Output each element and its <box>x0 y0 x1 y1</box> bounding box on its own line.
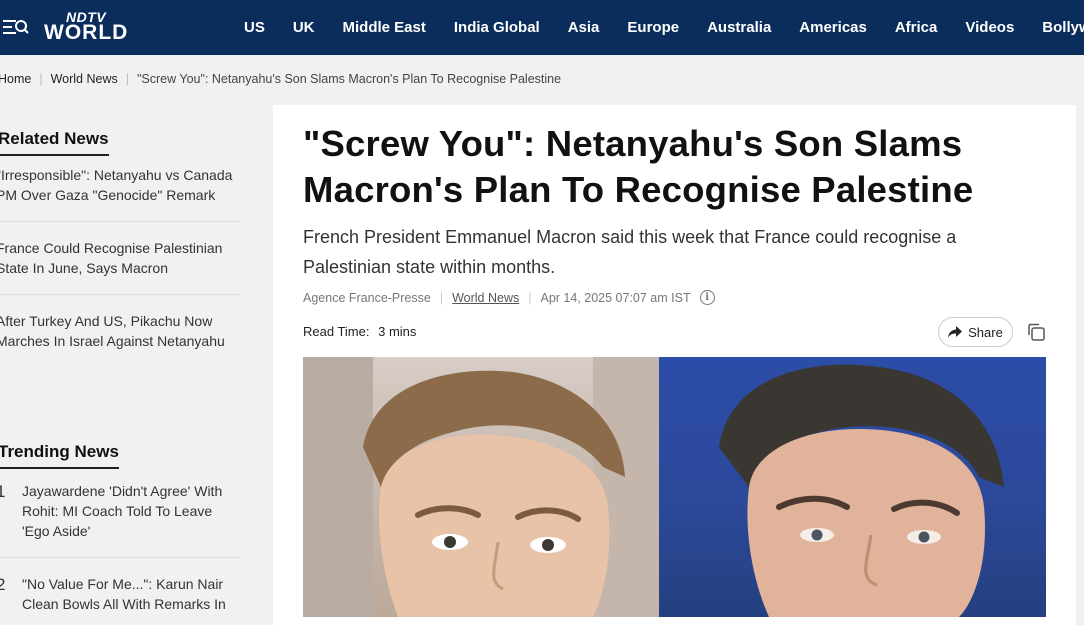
nav-link-middle-east[interactable]: Middle East <box>343 19 426 36</box>
nav-link-india-global[interactable]: India Global <box>454 19 540 36</box>
related-news-item[interactable]: "Irresponsible": Netanyahu vs Canada PM … <box>0 165 244 205</box>
nav-link-europe[interactable]: Europe <box>627 19 679 36</box>
trending-title[interactable]: "No Value For Me...": Karun Nair Clean B… <box>22 574 240 614</box>
hero-photo-left <box>303 357 659 617</box>
nav-link-australia[interactable]: Australia <box>707 19 771 36</box>
article-timestamp: Apr 14, 2025 07:07 am IST <box>540 290 691 305</box>
read-time-label: Read Time: <box>303 324 370 339</box>
divider <box>0 294 240 295</box>
related-news-item[interactable]: France Could Recognise Palestinian State… <box>0 238 244 278</box>
breadcrumb-section[interactable]: World News <box>51 72 118 86</box>
ndtv-world-logo[interactable]: NDTV WORLD <box>44 9 146 44</box>
nav-link-us[interactable]: US <box>244 19 265 36</box>
nav-link-americas[interactable]: Americas <box>799 19 867 36</box>
share-label: Share <box>968 324 1003 340</box>
trending-rank: 1 <box>0 482 6 501</box>
trending-rank: 2 <box>0 575 6 594</box>
article-summary: French President Emmanuel Macron said th… <box>303 227 957 277</box>
divider <box>0 557 240 558</box>
meta-separator: | <box>528 290 532 305</box>
article-source: Agence France-Presse <box>303 290 431 305</box>
hero-photo-right <box>659 357 1046 617</box>
related-news-item[interactable]: After Turkey And US, Pikachu Now Marches… <box>0 311 244 351</box>
nav-link-uk[interactable]: UK <box>293 19 315 36</box>
related-news-list: "Irresponsible": Netanyahu vs Canada PM … <box>0 165 244 351</box>
nav-link-africa[interactable]: Africa <box>895 19 938 36</box>
trending-news-item[interactable]: 1 Jayawardene 'Didn't Agree' With Rohit:… <box>0 481 244 541</box>
info-icon[interactable]: i <box>699 290 715 305</box>
breadcrumb-separator: | <box>125 72 129 86</box>
trending-news-heading: Trending News <box>0 442 119 469</box>
breadcrumb: Home | World News | "Screw You": Netanya… <box>0 72 561 86</box>
share-arrow-icon <box>948 326 963 338</box>
share-button[interactable]: Share <box>938 317 1013 347</box>
meta-separator: | <box>439 290 444 305</box>
trending-title[interactable]: Jayawardene 'Didn't Agree' With Rohit: M… <box>22 481 240 541</box>
breadcrumb-separator: | <box>39 72 43 86</box>
trending-news-list: 1 Jayawardene 'Didn't Agree' With Rohit:… <box>0 481 244 614</box>
related-news-heading: Related News <box>0 129 109 156</box>
divider <box>0 221 240 222</box>
top-navigation-bar: NDTV WORLD US UK Middle East India Globa… <box>0 0 1084 55</box>
article-hero-image <box>303 357 1046 617</box>
read-time: Read Time: 3 mins <box>303 324 416 339</box>
copy-icon[interactable] <box>1026 322 1046 342</box>
breadcrumb-current: "Screw You": Netanyahu's Son Slams Macro… <box>137 72 562 86</box>
main-nav-links: US UK Middle East India Global Asia Euro… <box>231 0 1084 55</box>
nav-link-videos[interactable]: Videos <box>965 19 1014 36</box>
article-category-link[interactable]: World News <box>452 291 519 305</box>
nav-link-asia[interactable]: Asia <box>568 19 600 36</box>
logo-bottom-text: WORLD <box>44 21 129 44</box>
read-time-value: 3 mins <box>378 324 417 339</box>
article-headline: "Screw You": Netanyahu's Son Slams Macro… <box>303 123 974 210</box>
trending-news-item[interactable]: 2 "No Value For Me...": Karun Nair Clean… <box>0 574 244 614</box>
article-card: "Screw You": Netanyahu's Son Slams Macro… <box>273 105 1076 625</box>
breadcrumb-home[interactable]: Home <box>0 72 31 86</box>
article-meta: Agence France-Presse | World News | Apr … <box>303 290 715 305</box>
nav-link-bollywood[interactable]: Bollywood <box>1042 19 1084 36</box>
menu-search-icon[interactable] <box>3 17 29 39</box>
